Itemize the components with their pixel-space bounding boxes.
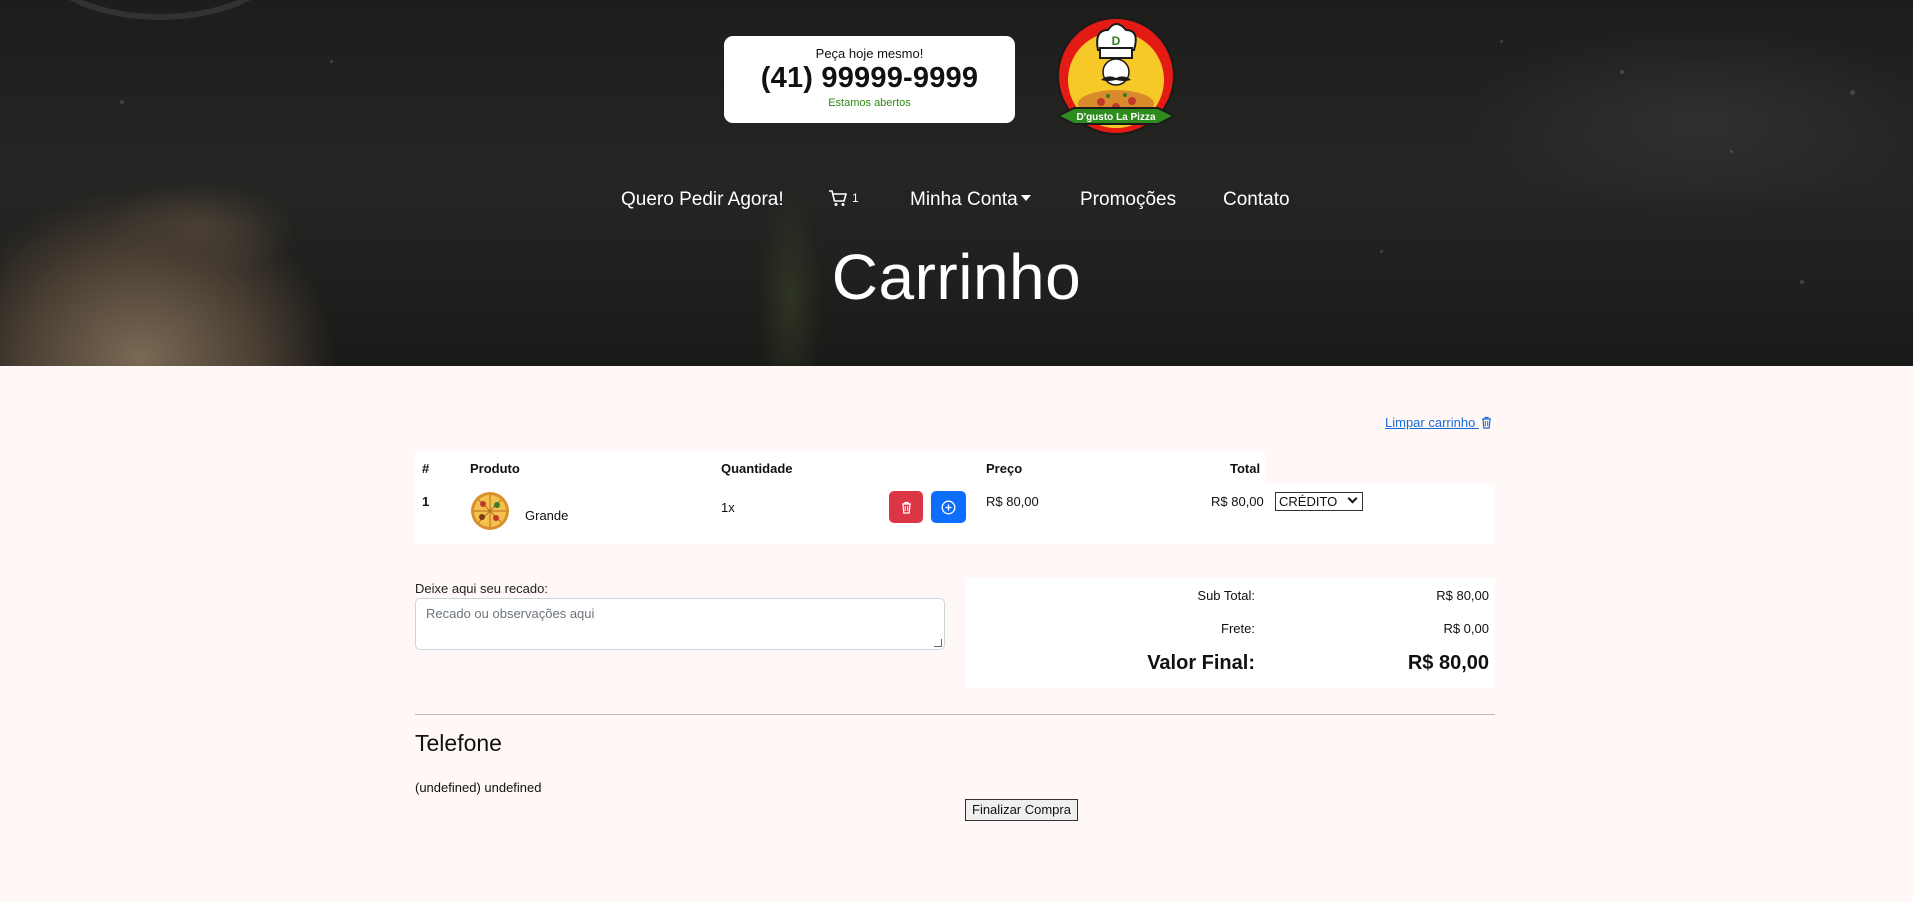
open-status: Estamos abertos xyxy=(828,97,911,109)
subtotal-value: R$ 80,00 xyxy=(1436,588,1489,603)
nav-order-now[interactable]: Quero Pedir Agora! xyxy=(621,189,784,211)
shipping-label: Frete: xyxy=(1221,621,1255,636)
product-quantity: 1x xyxy=(721,500,735,515)
notes-label: Deixe aqui seu recado: xyxy=(415,581,548,596)
final-label: Valor Final: xyxy=(1147,652,1255,674)
chevron-down-icon xyxy=(1347,493,1358,504)
cart-count: 1 xyxy=(852,191,859,205)
nav-account-label: Minha Conta xyxy=(910,189,1018,210)
phone-section-value: (undefined) undefined xyxy=(415,780,542,795)
col-product: Produto xyxy=(470,461,520,476)
call-prompt: Peça hoje mesmo! xyxy=(815,46,924,61)
nav-contact[interactable]: Contato xyxy=(1223,189,1290,211)
nav-promotions[interactable]: Promoções xyxy=(1080,189,1176,211)
svg-text:D: D xyxy=(1112,34,1121,48)
subtotal-label: Sub Total: xyxy=(1197,588,1255,603)
chevron-down-icon xyxy=(1020,195,1031,201)
plus-circle-icon xyxy=(941,500,956,514)
phone-card: Peça hoje mesmo! (41) 99999-9999 Estamos… xyxy=(724,36,1015,123)
product-name[interactable]: Grande xyxy=(525,508,568,523)
order-summary: Sub Total: R$ 80,00 Frete: R$ 0,00 Valor… xyxy=(965,578,1495,688)
nav-cart[interactable]: 1 xyxy=(828,189,859,211)
logo-text: D'gusto La Pizza xyxy=(1076,112,1155,123)
payment-method-select[interactable]: CRÉDITO xyxy=(1275,492,1363,511)
clear-cart-label: Limpar carrinho xyxy=(1385,415,1476,430)
trash-icon xyxy=(901,501,911,514)
page-title: Carrinho xyxy=(831,241,1082,313)
product-total: R$ 80,00 xyxy=(1211,494,1264,509)
remove-item-button[interactable] xyxy=(889,491,923,523)
pizza-thumbnail xyxy=(471,492,509,530)
product-price: R$ 80,00 xyxy=(986,494,1039,509)
nav-account[interactable]: Minha Conta xyxy=(910,189,1031,211)
phone-number[interactable]: (41) 99999-9999 xyxy=(724,62,1015,95)
col-price: Preço xyxy=(986,461,1023,476)
add-item-button[interactable] xyxy=(931,491,966,523)
clear-cart-link[interactable]: Limpar carrinho xyxy=(1385,415,1492,430)
cart-icon xyxy=(829,190,848,206)
main-nav: Quero Pedir Agora! 1 Minha Conta Promoçõ… xyxy=(0,189,1913,213)
col-quantity: Quantidade xyxy=(721,461,793,476)
payment-method-value: CRÉDITO xyxy=(1279,494,1338,509)
section-divider xyxy=(415,714,1495,715)
resize-handle[interactable] xyxy=(934,639,942,647)
cart-table: # Produto Quantidade Preço Total 1 Grand… xyxy=(415,451,1495,544)
checkout-button[interactable]: Finalizar Compra xyxy=(965,799,1078,821)
final-value: R$ 80,00 xyxy=(1407,652,1489,674)
notes-placeholder: Recado ou observações aqui xyxy=(426,606,595,621)
hero-banner: Peça hoje mesmo! (41) 99999-9999 Estamos… xyxy=(0,0,1913,366)
row-index: 1 xyxy=(422,494,430,509)
notes-textarea[interactable]: Recado ou observações aqui xyxy=(415,598,945,650)
col-total: Total xyxy=(1230,461,1261,476)
phone-section-heading: Telefone xyxy=(415,730,502,756)
col-index: # xyxy=(422,461,430,476)
pizzeria-logo[interactable]: D D'gusto La Pizza xyxy=(1046,12,1186,142)
trash-icon xyxy=(1481,416,1491,429)
shipping-value: R$ 0,00 xyxy=(1443,621,1489,636)
